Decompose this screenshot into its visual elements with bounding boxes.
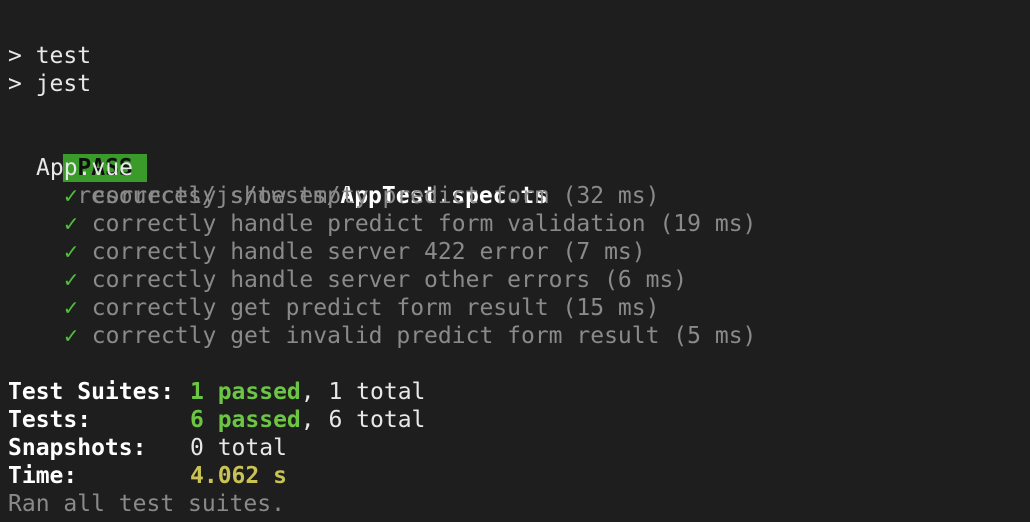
test-case: ✓ correctly handle server 422 error (7 m… [8, 238, 1030, 266]
summary-label: Tests: [8, 407, 92, 433]
check-icon: ✓ [64, 267, 78, 293]
suite-name: App.vue [36, 155, 133, 181]
test-case: ✓ correctly handle predict form validati… [8, 210, 1030, 238]
check-icon: ✓ [64, 323, 78, 349]
test-case-label: correctly handle server other errors (6 … [91, 267, 688, 293]
test-case: ✓ correctly get predict form result (15 … [8, 294, 1030, 322]
total-count: , 6 total [300, 407, 426, 433]
test-case-label: correctly handle server 422 error (7 ms) [91, 239, 646, 265]
summary-tests: Tests: 6 passed, 6 total [8, 406, 1030, 434]
test-case-label: correctly handle predict form validation… [91, 211, 757, 237]
test-case: ✓ correctly show empty predict form (32 … [8, 182, 1030, 210]
passed-count: 6 passed [190, 407, 301, 433]
check-icon: ✓ [64, 211, 78, 237]
test-case-label: correctly get invalid predict form resul… [91, 323, 757, 349]
passed-count: 1 passed [190, 379, 301, 405]
summary-label: Test Suites: [8, 379, 175, 405]
summary-snapshots: Snapshots: 0 total [8, 434, 1030, 462]
time-value: 4.062 s [190, 463, 287, 489]
summary-label: Time: [8, 463, 78, 489]
run-footer: Ran all test suites. [8, 491, 285, 517]
summary-suites: Test Suites: 1 passed, 1 total [8, 378, 1030, 406]
npm-script-line: > jest [8, 71, 92, 97]
test-case-label: correctly get predict form result (15 ms… [91, 295, 660, 321]
check-icon: ✓ [64, 183, 78, 209]
total-count: , 1 total [300, 379, 426, 405]
test-file-result: PASS resources/js/tests/AppTest.spec.ts [8, 126, 1030, 209]
snapshots-value: 0 total [190, 435, 287, 461]
check-icon: ✓ [64, 295, 78, 321]
summary-label: Snapshots: [8, 435, 147, 461]
check-icon: ✓ [64, 239, 78, 265]
test-case-label: correctly show empty predict form (32 ms… [91, 183, 660, 209]
npm-script-line: > test [8, 43, 92, 69]
test-case: ✓ correctly handle server other errors (… [8, 266, 1030, 294]
summary-time: Time: 4.062 s [8, 462, 1030, 490]
terminal-output: > test > jest PASS resources/js/tests/Ap… [8, 42, 1030, 518]
test-case: ✓ correctly get invalid predict form res… [8, 322, 1030, 350]
